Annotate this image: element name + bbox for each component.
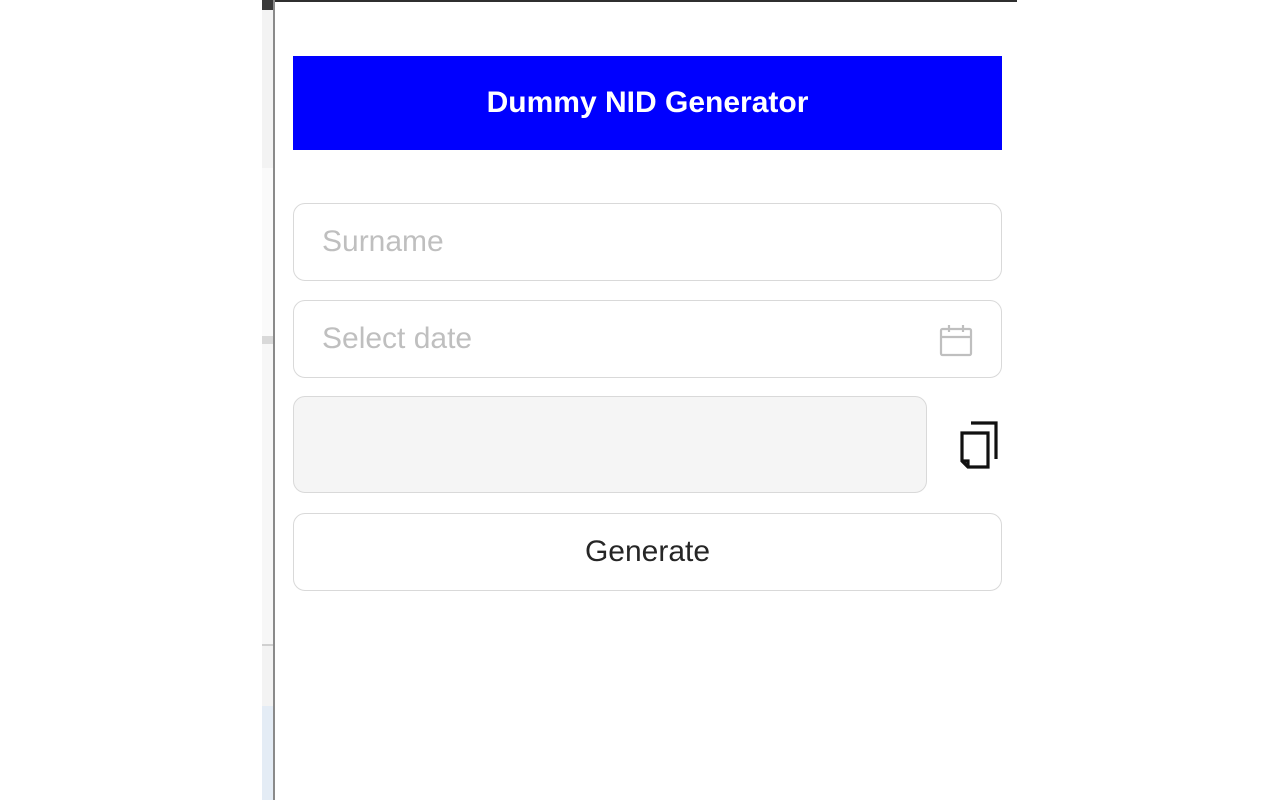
date-input[interactable] xyxy=(294,301,1001,377)
background-page xyxy=(262,0,273,800)
page-title: Dummy NID Generator xyxy=(293,56,1002,150)
date-field[interactable] xyxy=(293,300,1002,378)
surname-field[interactable] xyxy=(293,203,1002,281)
generate-button[interactable]: Generate xyxy=(293,513,1002,591)
calendar-icon[interactable] xyxy=(939,323,973,357)
screen: Dummy NID Generator Generate xyxy=(0,0,1280,800)
nid-output-input[interactable] xyxy=(294,397,926,492)
extension-popup: Dummy NID Generator Generate xyxy=(273,0,1017,800)
surname-input[interactable] xyxy=(294,204,1001,280)
nid-output-field[interactable] xyxy=(293,396,927,493)
copy-icon[interactable] xyxy=(957,420,1001,470)
